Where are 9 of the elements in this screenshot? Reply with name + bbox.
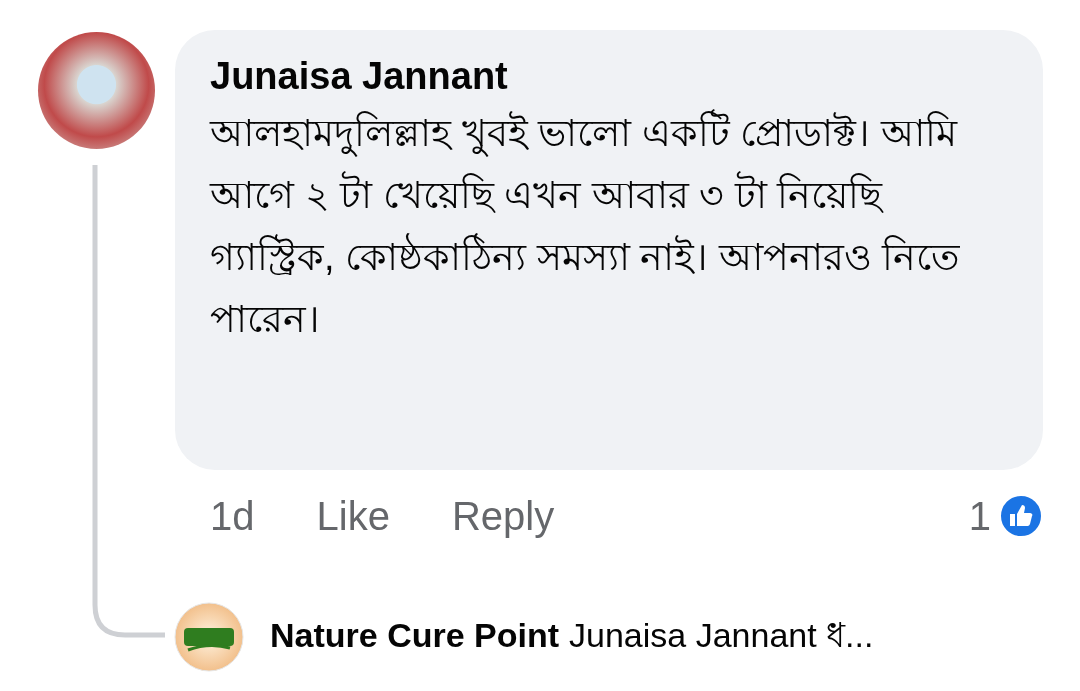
comment-text: আলহামদুলিল্লাহ খুবই ভালো একটি প্রোডাক্ট। আমি আগে ২ টা খেয়েছি এখন আবার ৩ টা নিয়েছি গ্যাস্ট্রিক, কোষ্ঠকাঠিন্য সমস্যা নাই। আপনারও নিতে পারেন। <box>210 102 990 350</box>
timestamp[interactable]: 1d <box>210 493 255 539</box>
author-name[interactable]: Junaisa Jannant <box>210 52 1013 100</box>
reply-preview[interactable]: Nature Cure Point Junaisa Jannant ধ... <box>270 608 874 666</box>
reaction-count[interactable]: 1 <box>968 493 991 539</box>
action-link[interactable]: Like <box>316 493 390 539</box>
page-logo[interactable] <box>174 602 244 672</box>
action-link[interactable]: Reply <box>451 493 555 539</box>
like-icon[interactable] <box>999 494 1043 538</box>
